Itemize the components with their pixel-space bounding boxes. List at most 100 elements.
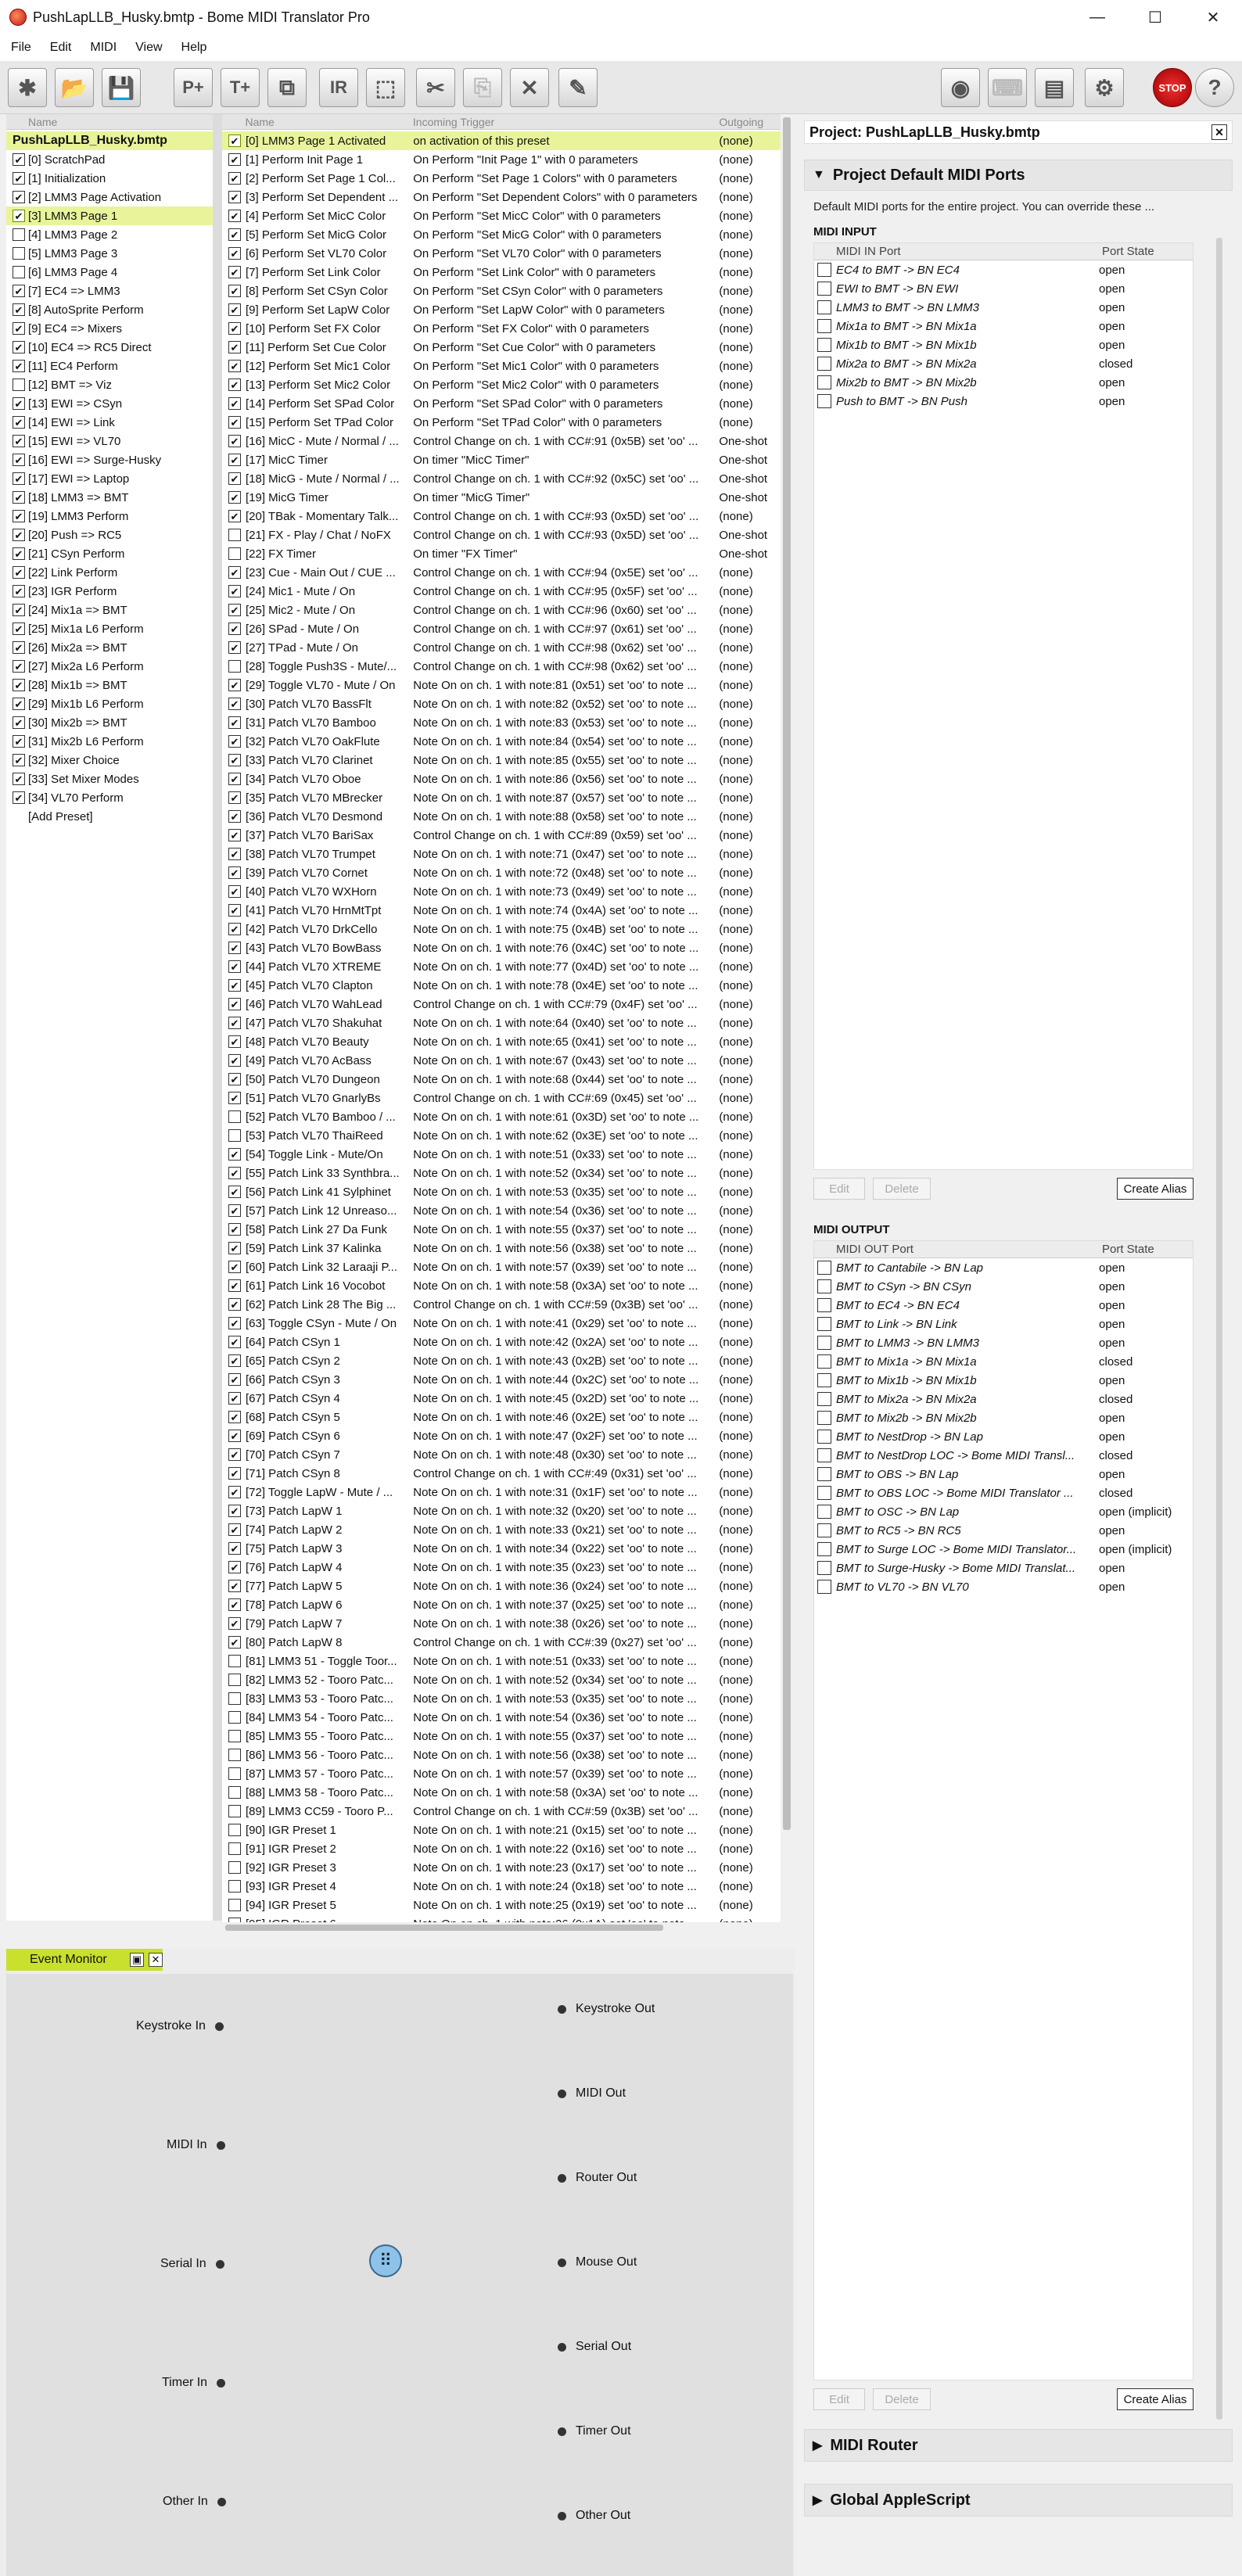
translator-enable-checkbox[interactable]: ✔ (228, 866, 241, 879)
translator-row[interactable]: [86] LMM3 56 - Tooro Patc... Note On on c… (222, 1745, 781, 1764)
translator-row[interactable]: ✔ [66] Patch CSyn 3 Note On on ch. 1 with … (222, 1370, 781, 1389)
translator-row[interactable]: ✔ [73] Patch LapW 1 Note On on ch. 1 with … (222, 1501, 781, 1520)
translator-row[interactable]: ✔ [32] Patch VL70 OakFlute Note On on ch. … (222, 732, 781, 751)
translator-row[interactable]: ✔ [54] Toggle Link - Mute/On Note On on ch… (222, 1145, 781, 1164)
translator-row[interactable]: ✔ [58] Patch Link 27 Da Funk Note On on ch… (222, 1220, 781, 1239)
port-row[interactable]: BMT to NestDrop -> BN Lap open (814, 1427, 1193, 1446)
translator-row[interactable]: [83] LMM3 53 - Tooro Patc... Note On on c… (222, 1689, 781, 1708)
translator-enable-checkbox[interactable] (228, 1824, 241, 1836)
translator-row[interactable]: ✔ [57] Patch Link 12 Unreaso... Note On on… (222, 1201, 781, 1220)
translator-row[interactable]: ✔ [26] SPad - Mute / On Control Change on … (222, 619, 781, 638)
port-checkbox[interactable] (817, 1542, 831, 1556)
preset-enable-checkbox[interactable]: ✔ (13, 172, 25, 185)
translator-enable-checkbox[interactable]: ✔ (228, 641, 241, 654)
translator-enable-checkbox[interactable]: ✔ (228, 585, 241, 597)
translator-enable-checkbox[interactable]: ✔ (228, 1186, 241, 1198)
translator-enable-checkbox[interactable] (228, 1880, 241, 1893)
translator-row[interactable]: ✔ [76] Patch LapW 4 Note On on ch. 1 with … (222, 1558, 781, 1577)
translator-row[interactable]: ✔ [48] Patch VL70 Beauty Note On on ch. 1 … (222, 1032, 781, 1051)
translator-row[interactable]: ✔ [51] Patch VL70 GnarlyBs Control Change … (222, 1089, 781, 1107)
translator-row[interactable]: ✔ [0] LMM3 Page 1 Activated on activation … (222, 131, 781, 150)
preset-item[interactable]: ✔ [13] EWI => CSyn (6, 394, 213, 413)
translator-hscrollbar[interactable] (222, 1922, 781, 1933)
port-row[interactable]: Mix1b to BMT -> BN Mix1b open (814, 335, 1193, 354)
preset-item[interactable]: [Add Preset] (6, 807, 213, 826)
output-create-alias-button[interactable]: Create Alias (1117, 2388, 1194, 2410)
translator-enable-checkbox[interactable] (228, 1767, 241, 1780)
translator-row[interactable]: ✔ [6] Perform Set VL70 Color On Perform "S… (222, 244, 781, 263)
port-checkbox[interactable] (817, 1430, 831, 1444)
port-checkbox[interactable] (817, 1580, 831, 1594)
translator-row[interactable]: [94] IGR Preset 5 Note On on ch. 1 with n… (222, 1896, 781, 1914)
preset-enable-checkbox[interactable]: ✔ (13, 303, 25, 316)
translator-enable-checkbox[interactable]: ✔ (228, 773, 241, 785)
translator-row[interactable]: ✔ [71] Patch CSyn 8 Control Change on ch. … (222, 1464, 781, 1483)
translator-enable-checkbox[interactable]: ✔ (228, 1505, 241, 1517)
minimize-button[interactable]: — (1068, 0, 1126, 34)
translator-enable-checkbox[interactable]: ✔ (228, 435, 241, 447)
preset-enable-checkbox[interactable]: ✔ (13, 454, 25, 466)
menu-midi[interactable]: MIDI (90, 41, 117, 55)
preset-enable-checkbox[interactable]: ✔ (13, 660, 25, 673)
help-icon[interactable]: ? (1195, 68, 1234, 107)
port-row[interactable]: BMT to Surge-Husky -> Bome MIDI Translat… (814, 1559, 1193, 1577)
preset-enable-checkbox[interactable]: ✔ (13, 641, 25, 654)
port-row[interactable]: BMT to LMM3 -> BN LMM3 open (814, 1333, 1193, 1352)
translator-row[interactable]: ✔ [59] Patch Link 37 Kalinka Note On on ch… (222, 1239, 781, 1258)
translator-enable-checkbox[interactable]: ✔ (228, 1580, 241, 1592)
translator-row[interactable]: [93] IGR Preset 4 Note On on ch. 1 with n… (222, 1877, 781, 1896)
translator-row[interactable]: ✔ [13] Perform Set Mic2 Color On Perform "… (222, 375, 781, 394)
translator-row[interactable]: ✔ [42] Patch VL70 DrkCello Note On on ch. … (222, 920, 781, 938)
translator-scrollbar[interactable] (781, 114, 793, 1928)
translator-enable-checkbox[interactable] (228, 1711, 241, 1724)
translator-enable-checkbox[interactable]: ✔ (228, 1542, 241, 1555)
translator-row[interactable]: ✔ [37] Patch VL70 BariSax Control Change o… (222, 826, 781, 845)
preset-enable-checkbox[interactable]: ✔ (13, 322, 25, 335)
preset-item[interactable]: [12] BMT => Viz (6, 375, 213, 394)
preset-enable-checkbox[interactable]: ✔ (13, 341, 25, 353)
preset-enable-checkbox[interactable]: ✔ (13, 735, 25, 748)
translator-enable-checkbox[interactable]: ✔ (228, 829, 241, 841)
translator-enable-checkbox[interactable]: ✔ (228, 1523, 241, 1536)
translator-row[interactable]: ✔ [7] Perform Set Link Color On Perform "S… (222, 263, 781, 282)
port-checkbox[interactable] (817, 1505, 831, 1519)
translator-row[interactable]: ✔ [77] Patch LapW 5 Note On on ch. 1 with … (222, 1577, 781, 1595)
preset-enable-checkbox[interactable]: ✔ (13, 547, 25, 560)
preset-item[interactable]: ✔ [16] EWI => Surge-Husky (6, 450, 213, 469)
preset-item[interactable]: ✔ [15] EWI => VL70 (6, 432, 213, 450)
menu-edit[interactable]: Edit (50, 41, 72, 55)
port-checkbox[interactable] (817, 1317, 831, 1331)
translator-enable-checkbox[interactable]: ✔ (228, 1242, 241, 1254)
translator-row[interactable]: ✔ [78] Patch LapW 6 Note On on ch. 1 with … (222, 1595, 781, 1614)
port-checkbox[interactable] (817, 263, 831, 277)
translator-enable-checkbox[interactable] (228, 529, 241, 541)
port-checkbox[interactable] (817, 1336, 831, 1350)
copy-icon[interactable]: ⬚ (366, 68, 405, 107)
incoming-trigger-column[interactable]: Incoming Trigger (413, 116, 719, 128)
translator-enable-checkbox[interactable]: ✔ (228, 1167, 241, 1179)
translator-row[interactable]: ✔ [61] Patch Link 16 Vocobot Note On on ch… (222, 1276, 781, 1295)
port-row[interactable]: Push to BMT -> BN Push open (814, 392, 1193, 411)
preset-item[interactable]: ✔ [7] EC4 => LMM3 (6, 282, 213, 300)
translator-row[interactable]: [21] FX - Play / Chat / NoFX Control Chan… (222, 526, 781, 544)
translator-enable-checkbox[interactable]: ✔ (228, 266, 241, 278)
preset-item[interactable]: ✔ [24] Mix1a => BMT (6, 601, 213, 619)
translator-row[interactable]: ✔ [69] Patch CSyn 6 Note On on ch. 1 with … (222, 1426, 781, 1445)
translator-row[interactable]: [81] LMM3 51 - Toggle Toor... Note On on … (222, 1652, 781, 1670)
section-midi-ports[interactable]: ▼ Project Default MIDI Ports (804, 160, 1233, 191)
port-row[interactable]: BMT to RC5 -> BN RC5 open (814, 1521, 1193, 1540)
translator-row[interactable]: ✔ [20] TBak - Momentary Talk... Control Ch… (222, 507, 781, 526)
port-row[interactable]: EWI to BMT -> BN EWI open (814, 279, 1193, 298)
translator-row[interactable]: [89] LMM3 CC59 - Tooro P... Control Chang… (222, 1802, 781, 1821)
translator-row[interactable]: ✔ [30] Patch VL70 BassFlt Note On on ch. 1… (222, 694, 781, 713)
preset-enable-checkbox[interactable] (13, 379, 25, 391)
translator-enable-checkbox[interactable]: ✔ (228, 960, 241, 973)
translator-row[interactable]: ✔ [8] Perform Set CSyn Color On Perform "S… (222, 282, 781, 300)
translator-enable-checkbox[interactable]: ✔ (228, 1279, 241, 1292)
port-row[interactable]: Mix1a to BMT -> BN Mix1a open (814, 317, 1193, 335)
midi-in-state-column[interactable]: Port State (1102, 245, 1154, 258)
outgoing-column[interactable]: Outgoing (719, 116, 781, 128)
translator-row[interactable]: ✔ [68] Patch CSyn 5 Note On on ch. 1 with … (222, 1408, 781, 1426)
translator-row[interactable]: ✔ [40] Patch VL70 WXHorn Note On on ch. 1 … (222, 882, 781, 901)
input-edit-button[interactable]: Edit (813, 1178, 865, 1200)
